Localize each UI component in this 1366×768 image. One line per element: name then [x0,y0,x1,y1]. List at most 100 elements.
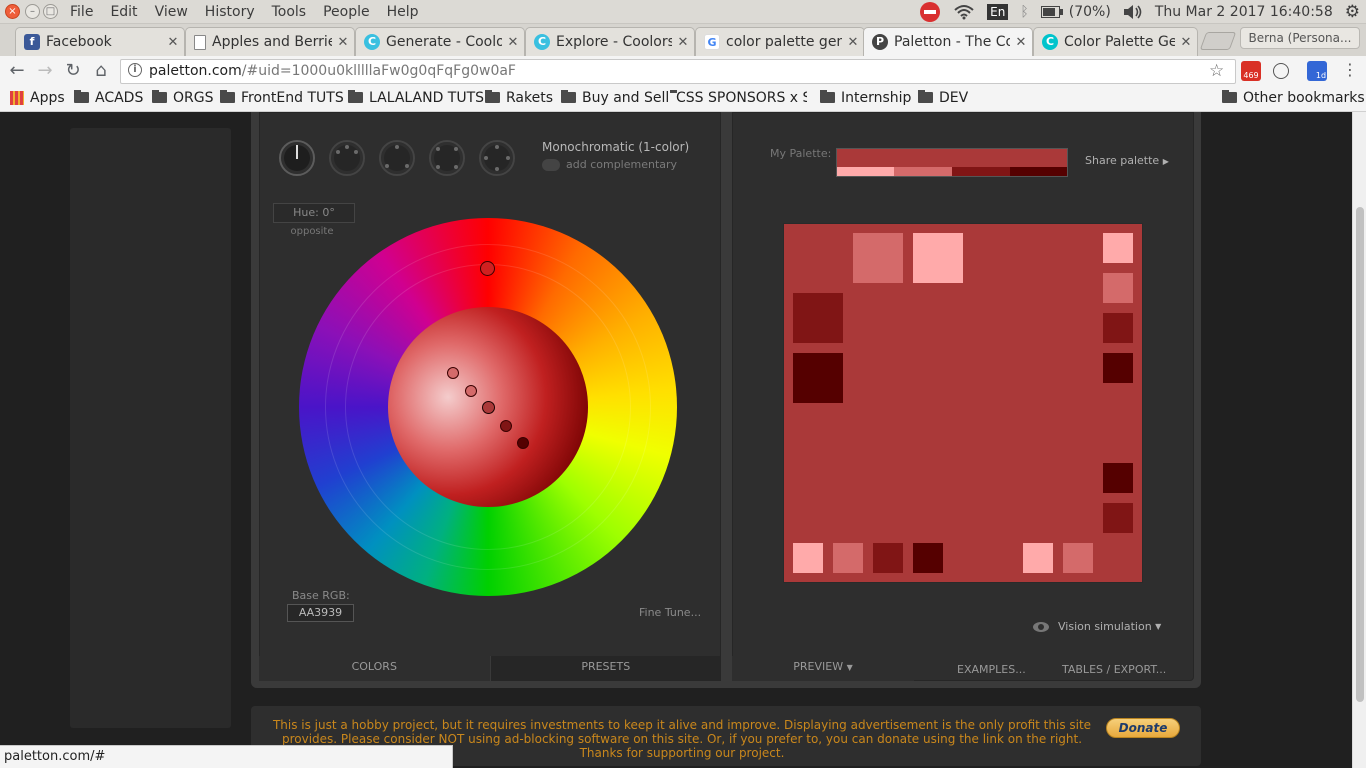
scheme-tetrad-dial[interactable] [429,140,465,176]
bookmark-folder-dev[interactable]: DEV [918,90,968,106]
tab-examples[interactable]: EXAMPLES... [957,663,1026,676]
clock[interactable]: Thu Mar 2 2017 16:40:58 [1155,4,1333,20]
battery-icon[interactable] [1040,6,1063,18]
cast-extension-icon[interactable]: 1d [1307,61,1327,81]
address-bar[interactable]: paletton.com/#uid=1000u0klllllaFw0g0qFqF… [120,59,1236,84]
tab-close-icon[interactable]: ✕ [162,35,184,50]
opposite-link[interactable]: opposite [273,226,351,237]
preview-tile-light2 [913,233,963,283]
volume-icon[interactable] [1123,4,1143,20]
tab-paletton[interactable]: P Paletton - The Color Scheme Designer ✕ [863,27,1033,56]
tab-tables-export[interactable]: TABLES / EXPORT... [1062,663,1166,676]
page-icon [194,34,206,50]
preview-chip [1103,313,1133,343]
menu-tools[interactable]: Tools [272,3,307,21]
menu-history[interactable]: History [205,3,255,21]
tone-handle-light1[interactable] [447,367,459,379]
bookmark-folder-frontend-tuts[interactable]: FrontEnd TUTS [220,90,344,106]
window-close-button[interactable]: × [5,4,20,19]
tone-handle-dark1[interactable] [500,420,512,432]
bookmark-folder-internship[interactable]: Internship [820,90,911,106]
bookmark-folder-orgs[interactable]: ORGS [152,90,213,106]
scheme-mono-dial[interactable] [279,140,315,176]
gmail-extension-icon[interactable]: 469 [1241,61,1261,81]
tab-title: Apples and Berries [212,34,332,50]
window-minimize-button[interactable]: – [25,4,40,19]
bookmark-apps[interactable]: Apps [10,90,65,106]
back-arrow-icon[interactable]: ← [6,61,28,83]
tab-facebook[interactable]: f Facebook ✕ [15,27,185,56]
scheme-adjacent-dial[interactable] [329,140,365,176]
menu-help[interactable]: Help [387,3,419,21]
lightbulb-extension-icon[interactable] [1273,63,1289,79]
preview-tile-dark2 [793,353,843,403]
tab-close-icon[interactable]: ✕ [1010,35,1032,50]
scrollbar-thumb[interactable] [1356,207,1364,702]
palette-swatch-light2 [837,167,894,176]
bookmark-folder-buy-and-sell[interactable]: Buy and Sell [561,90,669,106]
site-info-icon[interactable]: i [128,63,142,77]
do-not-disturb-icon[interactable] [919,1,941,23]
palette-swatch-light1 [894,167,952,176]
bookmark-folder-rakets[interactable]: Rakets [485,90,553,106]
folder-icon [74,90,89,103]
new-tab-button[interactable] [1199,32,1237,50]
bookmark-folder-acads[interactable]: ACADS [74,90,143,106]
donate-button[interactable]: Donate [1106,718,1180,738]
tab-close-icon[interactable]: ✕ [332,35,354,50]
page-scrollbar[interactable] [1352,112,1366,768]
tab-preview[interactable]: PREVIEW ▼ [732,656,914,681]
window-maximize-button[interactable]: □ [43,4,58,19]
menu-edit[interactable]: Edit [110,3,137,21]
tab-google-search[interactable]: G color palette generator ✕ [695,27,865,56]
bookmark-label: FrontEnd TUTS [241,90,344,106]
reload-icon[interactable]: ↻ [62,61,84,83]
tone-handle-dark2[interactable] [517,437,529,449]
menu-file[interactable]: File [70,3,93,21]
tab-close-icon[interactable]: ✕ [842,35,864,50]
page-viewport: Monochromatic (1-color) add complementar… [0,112,1352,768]
bookmark-star-icon[interactable]: ☆ [1209,61,1224,81]
base-rgb-input[interactable]: AA3939 [287,604,354,622]
bookmark-label: ACADS [95,90,144,106]
facebook-icon: f [24,34,40,50]
tab-generate-coolors[interactable]: C Generate - Coolors ✕ [355,27,525,56]
keyboard-layout-indicator[interactable]: En [987,4,1009,20]
wifi-icon[interactable] [953,4,975,20]
tab-explore-coolors[interactable]: C Explore - Coolors ✕ [525,27,695,56]
tab-apples-and-berries[interactable]: Apples and Berries ✕ [185,27,355,56]
bookmark-folder-css-sponsors[interactable]: CSS SPONSORS x SSS [670,90,807,106]
tone-handle-light2[interactable] [465,385,477,397]
vision-simulation-dropdown[interactable]: Vision simulation ▼ [1033,620,1161,633]
hue-handle[interactable] [480,261,495,276]
share-palette-link[interactable]: Share palette ▶ [1085,154,1169,167]
chrome-menu-icon[interactable]: ⋮ [1340,61,1360,81]
tab-canva[interactable]: C Color Palette Generator ✕ [1033,27,1198,56]
scheme-free-dial[interactable] [479,140,515,176]
add-complementary-toggle[interactable] [542,159,560,171]
tab-close-icon[interactable]: ✕ [502,35,524,50]
home-icon[interactable]: ⌂ [90,61,112,83]
tab-presets[interactable]: PRESETS [489,656,721,681]
menu-view[interactable]: View [155,3,188,21]
forward-arrow-icon[interactable]: → [34,61,56,83]
my-palette-bar[interactable] [836,148,1068,177]
fine-tune-link[interactable]: Fine Tune... [639,606,701,619]
tone-handle-base[interactable] [482,401,495,414]
bookmark-folder-lalaland-tuts[interactable]: LALALAND TUTS [348,90,484,106]
bluetooth-icon[interactable]: ᛒ [1020,4,1028,20]
menu-people[interactable]: People [323,3,370,21]
google-icon: G [704,34,720,50]
profile-button[interactable]: Berna (Persona... [1240,27,1360,49]
hue-field[interactable]: Hue: 0° [273,203,355,223]
settings-gear-icon[interactable]: ⚙ [1345,2,1360,22]
tab-close-icon[interactable]: ✕ [672,35,694,50]
app-menu: File Edit View History Tools People Help [70,3,436,21]
tab-colors[interactable]: COLORS [259,656,490,681]
scheme-triad-dial[interactable] [379,140,415,176]
folder-icon [220,90,235,103]
browser-tab-strip: f Facebook ✕ Apples and Berries ✕ C Gene… [0,24,1366,56]
bookmark-folder-other[interactable]: Other bookmarks [1222,90,1365,106]
preview-chip [1103,503,1133,533]
tab-close-icon[interactable]: ✕ [1175,35,1197,50]
